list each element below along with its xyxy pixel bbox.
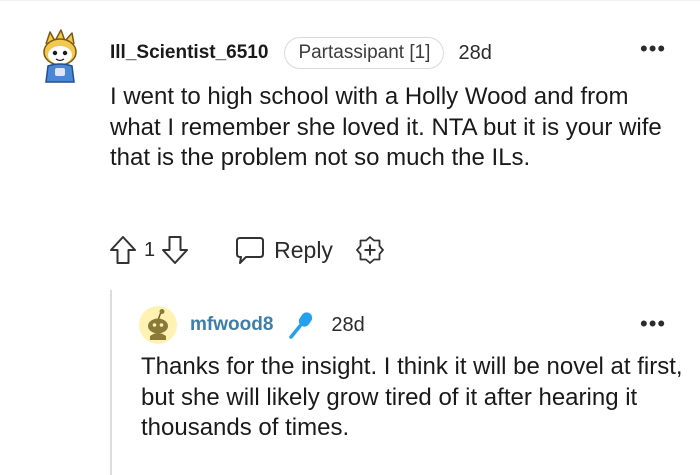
- reply-button[interactable]: Reply: [234, 235, 333, 265]
- comment-body: Thanks for the insight. I think it will …: [141, 353, 683, 441]
- timestamp[interactable]: 28d: [458, 42, 491, 65]
- divider: [0, 0, 700, 1]
- vote-score: 1: [144, 238, 156, 261]
- downvote-icon[interactable]: [160, 234, 190, 266]
- comment-meta: Ill_Scientist_6510 Partassipant [1] 28d: [110, 36, 492, 70]
- comment-actions: 1 Reply: [108, 230, 385, 270]
- user-flair: Partassipant [1]: [284, 37, 445, 69]
- username[interactable]: mfwood8: [190, 314, 273, 336]
- award-icon[interactable]: [355, 235, 385, 265]
- reply-label: Reply: [274, 236, 333, 263]
- thread-line[interactable]: [110, 290, 112, 475]
- comment-body: I went to high school with a Holly Wood …: [110, 83, 662, 171]
- microphone-icon: [287, 310, 315, 340]
- timestamp[interactable]: 28d: [331, 314, 364, 337]
- avatar-icon[interactable]: [139, 306, 177, 344]
- comment-bubble-icon: [236, 237, 265, 264]
- username[interactable]: Ill_Scientist_6510: [110, 42, 268, 64]
- more-options-icon[interactable]: •••: [640, 313, 666, 335]
- upvote-icon[interactable]: [108, 234, 138, 266]
- comment-meta: mfwood8 28d: [190, 310, 365, 340]
- more-options-icon[interactable]: •••: [640, 38, 666, 60]
- avatar-icon[interactable]: [38, 28, 84, 84]
